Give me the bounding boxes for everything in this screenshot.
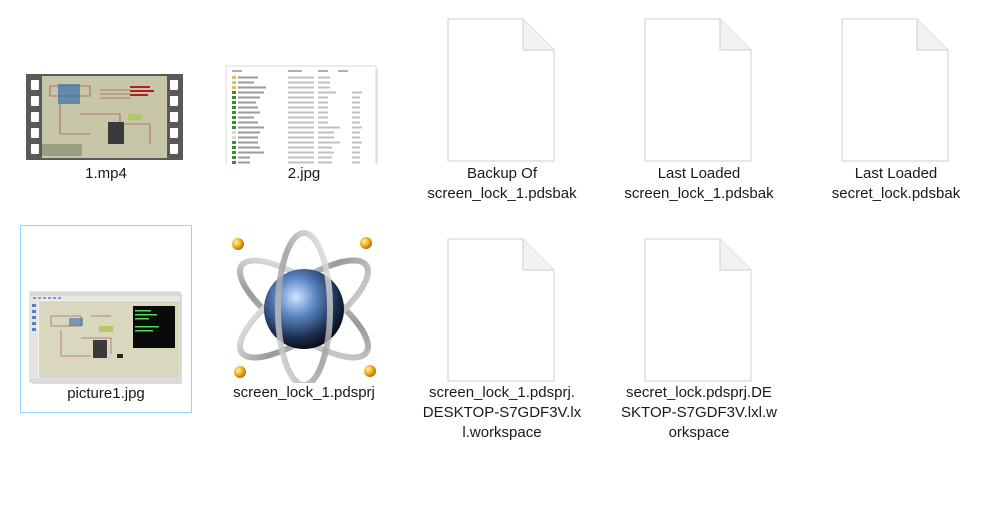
document-icon <box>644 238 752 382</box>
file-explorer-view: { "files": [ {"name":"1.mp4","type":"vid… <box>0 0 992 508</box>
file-item-2-jpg[interactable]: 2.jpg <box>218 14 390 204</box>
file-name: secret_lock.pdsprj.DE SKTOP-S7GDF3V.lxl.… <box>621 384 777 441</box>
explorer-screenshot-icon <box>225 65 378 172</box>
file-item-screen-lock-workspace[interactable]: screen_lock_1.pdsprj. DESKTOP-S7GDF3V.lx… <box>416 225 588 455</box>
document-icon <box>644 18 752 162</box>
file-item-1-mp4[interactable]: 1.mp4 <box>20 14 192 204</box>
file-name: picture1.jpg <box>67 385 145 402</box>
file-name: Last Loaded secret_lock.pdsbak <box>831 165 961 202</box>
file-item-secret-lock-workspace[interactable]: secret_lock.pdsprj.DE SKTOP-S7GDF3V.lxl.… <box>613 225 785 455</box>
file-item-screen-lock-pdsprj[interactable]: screen_lock_1.pdsprj <box>218 225 390 413</box>
proteus-atom-icon <box>232 230 376 388</box>
file-name: Last Loaded screen_lock_1.pdsbak <box>624 165 774 202</box>
file-name: 1.mp4 <box>85 165 127 182</box>
file-name: 2.jpg <box>287 165 321 182</box>
proteus-screenshot-icon <box>29 291 182 384</box>
proteus-app-icon <box>218 225 390 388</box>
document-icon <box>447 18 555 162</box>
file-item-last-loaded-screen-lock[interactable]: Last Loaded screen_lock_1.pdsbak <box>613 14 785 224</box>
file-item-picture1-jpg[interactable]: picture1.jpg <box>20 225 192 413</box>
film-strip-icon <box>26 74 183 160</box>
file-name: screen_lock_1.pdsprj <box>233 384 375 401</box>
document-icon <box>841 18 949 162</box>
file-name: Backup Of screen_lock_1.pdsbak <box>427 165 577 202</box>
image-thumbnail <box>21 226 191 384</box>
image-thumbnail <box>218 14 390 172</box>
file-item-last-loaded-secret-lock[interactable]: Last Loaded secret_lock.pdsbak <box>810 14 982 224</box>
file-item-backup-screen-lock[interactable]: Backup Of screen_lock_1.pdsbak <box>416 14 588 224</box>
video-thumbnail <box>20 14 192 164</box>
document-icon <box>447 238 555 382</box>
file-name: screen_lock_1.pdsprj. DESKTOP-S7GDF3V.lx… <box>422 384 582 441</box>
